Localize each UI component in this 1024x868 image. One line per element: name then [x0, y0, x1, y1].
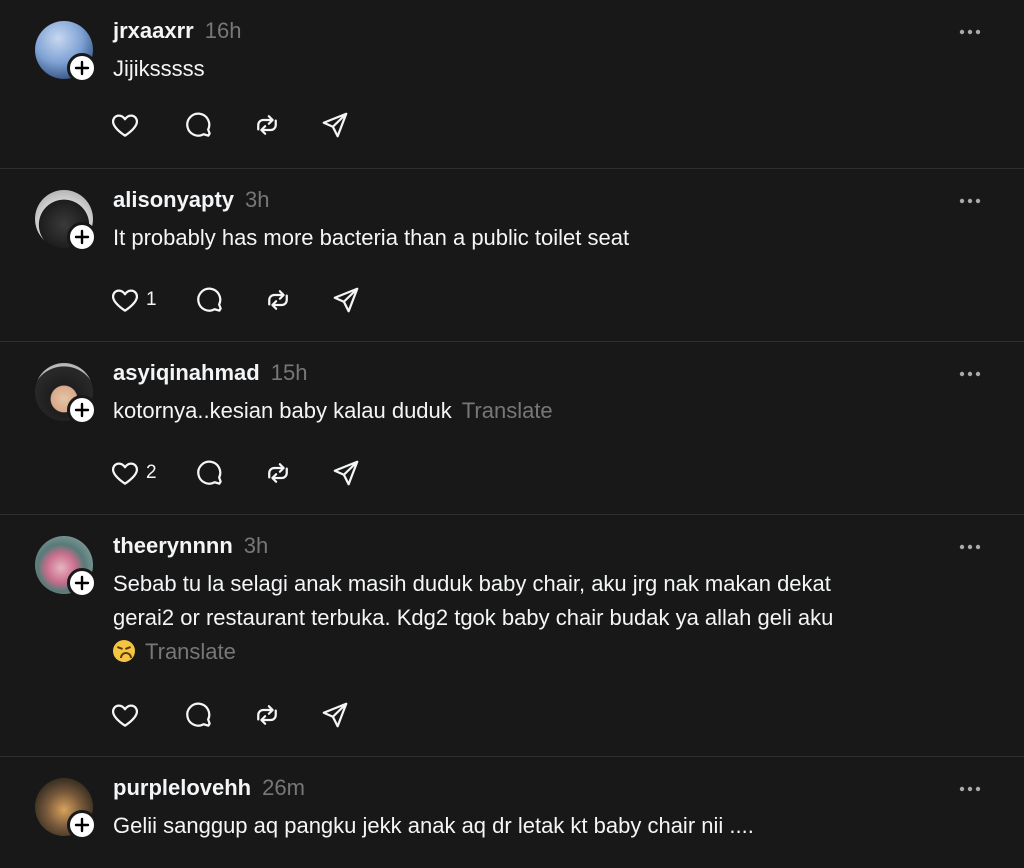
send-icon [322, 702, 348, 728]
speech-bubble-icon [196, 460, 222, 485]
repost-icon [257, 705, 277, 725]
reply-post: theerynnnn 3h Sebab tu la selagi anak ma… [0, 515, 1024, 757]
repost-icon [257, 115, 277, 135]
avatar-container[interactable] [35, 536, 97, 598]
send-icon [333, 460, 358, 486]
share-button[interactable] [320, 700, 350, 730]
post-text: Jijiksssss [113, 56, 205, 81]
heart-icon [112, 704, 138, 727]
post-text: It probably has more bacteria than a pub… [113, 225, 630, 250]
username[interactable]: asyiqinahmad [113, 360, 260, 386]
post-text: kotornya..kesian baby kalau duduk Transla… [113, 394, 934, 428]
send-icon [333, 287, 358, 313]
follow-plus-icon[interactable] [67, 568, 97, 598]
like-button[interactable]: 2 [110, 458, 157, 488]
repost-button[interactable] [263, 458, 293, 488]
heart-icon [112, 289, 138, 312]
more-dots-icon[interactable] [958, 535, 982, 559]
more-dots-icon[interactable] [958, 362, 982, 386]
reply-post: purplelovehh 26m Gelii sanggup aq pangku… [0, 757, 1024, 868]
repost-icon [267, 290, 288, 310]
post-text-line: gerai2 or restaurant terbuka. Kdg2 tgok … [113, 605, 834, 630]
translate-link[interactable]: Translate [462, 398, 553, 423]
action-bar: 1 [110, 285, 399, 315]
reply-post: alisonyapty 3h It probably has more bact… [0, 169, 1024, 342]
avatar-container[interactable] [35, 21, 97, 83]
timestamp: 26m [262, 775, 305, 800]
confounded-face-icon [113, 640, 135, 662]
post-text-body: kotornya..kesian baby kalau duduk [113, 398, 452, 423]
speech-bubble-icon [186, 112, 211, 137]
timestamp: 3h [245, 187, 270, 212]
reply-post: jrxaaxrr 16h Jijiksssss [0, 0, 1024, 169]
heart-icon [112, 114, 138, 137]
timestamp: 15h [270, 360, 308, 385]
timestamp: 16h [204, 18, 242, 43]
reply-button[interactable] [184, 110, 214, 140]
follow-plus-icon[interactable] [67, 810, 97, 840]
share-button[interactable] [331, 285, 361, 315]
post-text: Gelii sanggup aq pangku jekk anak aq dr … [113, 813, 754, 838]
action-bar [110, 110, 388, 140]
repost-button[interactable] [252, 110, 282, 140]
post-text-line: Sebab tu la selagi anak masih duduk baby… [113, 571, 831, 596]
translate-link[interactable]: Translate [145, 639, 236, 664]
follow-plus-icon[interactable] [67, 395, 97, 425]
post-content: theerynnnn 3h Sebab tu la selagi anak ma… [113, 533, 934, 669]
post-text-line: Translate [113, 635, 934, 669]
repost-button[interactable] [252, 700, 282, 730]
reply-button[interactable] [184, 700, 214, 730]
action-bar: 2 [110, 458, 399, 488]
reply-button[interactable] [195, 458, 225, 488]
more-dots-icon[interactable] [958, 20, 982, 44]
send-icon [322, 112, 348, 138]
username[interactable]: jrxaaxrr [113, 18, 194, 44]
avatar-container[interactable] [35, 778, 97, 840]
like-button[interactable] [110, 110, 146, 140]
avatar-container[interactable] [35, 363, 97, 425]
more-dots-icon[interactable] [958, 189, 982, 213]
like-button[interactable]: 1 [110, 285, 157, 315]
reply-post: asyiqinahmad 15h kotornya..kesian baby k… [0, 342, 1024, 515]
avatar-container[interactable] [35, 190, 97, 252]
heart-icon [112, 462, 138, 485]
post-text: Sebab tu la selagi anak masih duduk baby… [113, 567, 934, 669]
username[interactable]: purplelovehh [113, 775, 251, 801]
like-button[interactable] [110, 700, 146, 730]
share-button[interactable] [331, 458, 361, 488]
post-content: asyiqinahmad 15h kotornya..kesian baby k… [113, 360, 934, 428]
post-content: jrxaaxrr 16h Jijiksssss [113, 18, 934, 86]
post-content: purplelovehh 26m Gelii sanggup aq pangku… [113, 775, 934, 843]
username[interactable]: theerynnnn [113, 533, 233, 559]
repost-button[interactable] [263, 285, 293, 315]
like-count: 1 [146, 289, 157, 310]
share-button[interactable] [320, 110, 350, 140]
action-bar [110, 700, 388, 730]
reply-button[interactable] [195, 285, 225, 315]
replies-feed: jrxaaxrr 16h Jijiksssss alisonyapty 3h I… [0, 0, 1024, 868]
speech-bubble-icon [186, 702, 211, 727]
speech-bubble-icon [196, 287, 222, 312]
more-dots-icon[interactable] [958, 777, 982, 801]
repost-icon [267, 463, 288, 483]
post-content: alisonyapty 3h It probably has more bact… [113, 187, 934, 255]
username[interactable]: alisonyapty [113, 187, 234, 213]
follow-plus-icon[interactable] [67, 222, 97, 252]
follow-plus-icon[interactable] [67, 53, 97, 83]
timestamp: 3h [243, 533, 269, 558]
like-count: 2 [146, 462, 157, 483]
